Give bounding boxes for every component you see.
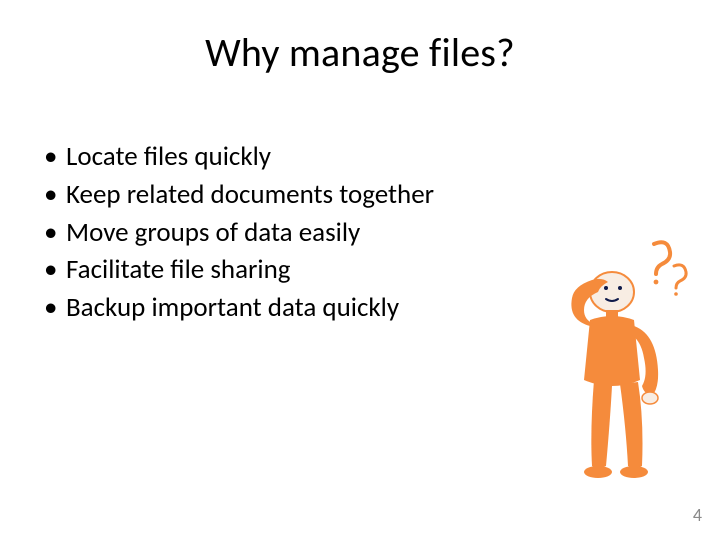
slide-title: Why manage files? <box>0 28 720 77</box>
thinking-person-icon <box>534 236 694 486</box>
slide: Why manage files? Locate files quickly K… <box>0 0 720 540</box>
question-marks-icon <box>654 242 687 296</box>
page-number: 4 <box>693 504 702 526</box>
bullet-item: Keep related documents together <box>38 178 640 212</box>
bullet-item: Locate files quickly <box>38 140 640 174</box>
